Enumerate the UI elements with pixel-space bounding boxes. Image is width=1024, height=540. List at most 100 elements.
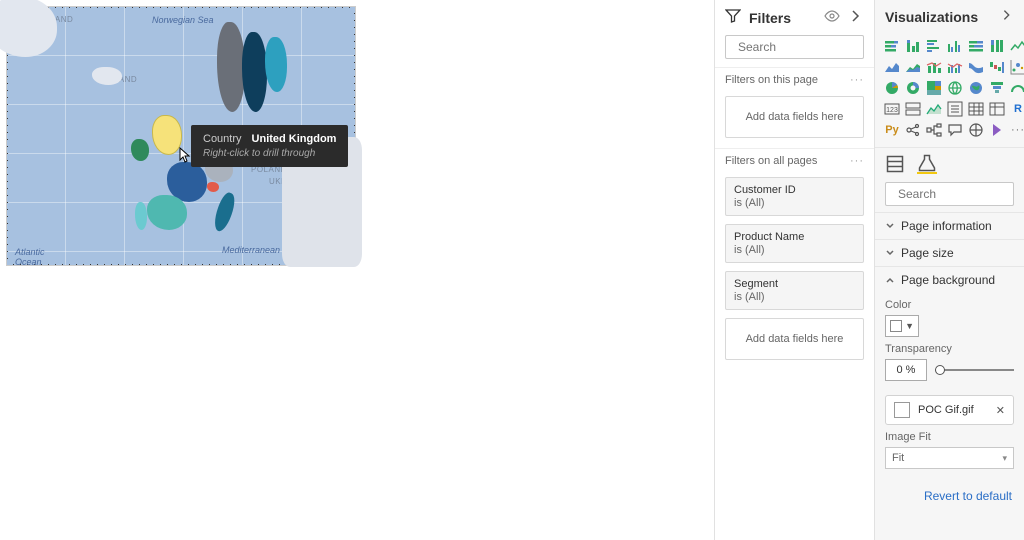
- viz-clustered-column-icon[interactable]: [946, 37, 964, 55]
- viz-clustered-bar-icon[interactable]: [925, 37, 943, 55]
- country-uk[interactable]: [152, 115, 182, 155]
- accordion-page-information[interactable]: Page information: [875, 212, 1024, 239]
- viz-key-influencers-icon[interactable]: [904, 121, 922, 139]
- viz-funnel-icon[interactable]: [988, 79, 1006, 97]
- filters-pane: Filters Filters on this page ··· Add dat…: [714, 0, 874, 540]
- viz-waterfall-icon[interactable]: [988, 58, 1006, 76]
- country-norway[interactable]: [217, 22, 245, 112]
- viz-stacked-bar-icon[interactable]: [883, 37, 901, 55]
- viz-table-icon[interactable]: [967, 100, 985, 118]
- viz-100-stacked-bar-icon[interactable]: [967, 37, 985, 55]
- country-ireland[interactable]: [131, 139, 149, 161]
- viz-search-input[interactable]: [898, 187, 1024, 201]
- filter-card-segment[interactable]: Segment is (All): [725, 271, 864, 310]
- tooltip-value: United Kingdom: [252, 133, 337, 145]
- image-fit-label: Image Fit: [885, 431, 1014, 443]
- chevron-down-icon: ▾: [1002, 453, 1007, 464]
- filters-all-drop[interactable]: Add data fields here: [725, 318, 864, 360]
- tooltip-key: Country: [203, 133, 242, 145]
- label-norwegian-sea: Norwegian Sea: [152, 15, 214, 25]
- format-tab[interactable]: [917, 154, 937, 174]
- remove-image-icon[interactable]: ✕: [996, 404, 1005, 417]
- viz-qa-icon[interactable]: [946, 121, 964, 139]
- map-tooltip: CountryUnited Kingdom Right-click to dri…: [191, 125, 348, 167]
- report-canvas[interactable]: GREENLAND (DEN) ICELAND Norwegian Sea At…: [0, 0, 714, 540]
- filters-title: Filters: [749, 10, 791, 26]
- transparency-unit: %: [906, 364, 916, 376]
- viz-area-icon[interactable]: [883, 58, 901, 76]
- chevron-right-icon[interactable]: [848, 8, 864, 27]
- filters-all-section-menu[interactable]: ···: [850, 155, 864, 167]
- land-iceland: [92, 67, 122, 85]
- cursor-icon: [179, 147, 191, 163]
- svg-text:123: 123: [886, 107, 898, 114]
- viz-tabs: [875, 147, 1024, 176]
- country-finland[interactable]: [265, 37, 287, 92]
- viz-pie-icon[interactable]: [883, 79, 901, 97]
- viz-more-icon[interactable]: ···: [1009, 121, 1024, 139]
- filter-card-name: Segment: [734, 278, 855, 290]
- filters-search[interactable]: [725, 35, 864, 59]
- background-image-name: POC Gif.gif: [918, 404, 988, 416]
- filters-all-section-label: Filters on all pages: [725, 155, 817, 167]
- fields-tab[interactable]: [885, 154, 905, 174]
- viz-scatter-icon[interactable]: [1009, 58, 1024, 76]
- viz-filled-map-icon[interactable]: [967, 79, 985, 97]
- viz-powerapps-icon[interactable]: [988, 121, 1006, 139]
- viz-slicer-icon[interactable]: [946, 100, 964, 118]
- filters-page-drop[interactable]: Add data fields here: [725, 96, 864, 138]
- visualizations-title: Visualizations: [885, 9, 978, 25]
- viz-kpi-icon[interactable]: [925, 100, 943, 118]
- filter-card-product-name[interactable]: Product Name is (All): [725, 224, 864, 263]
- viz-map-icon[interactable]: [946, 79, 964, 97]
- land-greenland: [0, 0, 57, 57]
- image-fit-select[interactable]: Fit ▾: [885, 447, 1014, 469]
- transparency-input[interactable]: 0 %: [885, 359, 927, 381]
- filters-search-input[interactable]: [738, 40, 893, 54]
- filters-page-section-menu[interactable]: ···: [850, 74, 864, 86]
- viz-100-stacked-column-icon[interactable]: [988, 37, 1006, 55]
- background-image-chip[interactable]: POC Gif.gif ✕: [885, 395, 1014, 425]
- viz-python-icon[interactable]: Py: [883, 121, 901, 139]
- viz-multi-row-card-icon[interactable]: [904, 100, 922, 118]
- viz-matrix-icon[interactable]: [988, 100, 1006, 118]
- filters-page-section-label: Filters on this page: [725, 74, 818, 86]
- chevron-up-icon: [885, 275, 895, 285]
- viz-stacked-column-icon[interactable]: [904, 37, 922, 55]
- country-sweden[interactable]: [242, 32, 267, 112]
- filters-header: Filters: [715, 0, 874, 35]
- visualizations-header: Visualizations: [875, 0, 1024, 33]
- viz-stacked-area-icon[interactable]: [904, 58, 922, 76]
- accordion-label: Page information: [901, 219, 992, 233]
- map-visual[interactable]: GREENLAND (DEN) ICELAND Norwegian Sea At…: [6, 6, 356, 266]
- viz-treemap-icon[interactable]: [925, 79, 943, 97]
- viz-arcgis-icon[interactable]: [967, 121, 985, 139]
- chevron-down-icon: [885, 248, 895, 258]
- accordion-page-size[interactable]: Page size: [875, 239, 1024, 266]
- color-swatch-icon: [890, 320, 902, 332]
- country-switzerland[interactable]: [207, 182, 219, 192]
- country-spain[interactable]: [147, 195, 187, 230]
- slider-thumb[interactable]: [935, 365, 945, 375]
- viz-line-column-icon[interactable]: [925, 58, 943, 76]
- viz-search[interactable]: [885, 182, 1014, 206]
- transparency-slider[interactable]: [935, 363, 1014, 377]
- viz-line-icon[interactable]: [1009, 37, 1024, 55]
- eye-icon[interactable]: [824, 8, 840, 27]
- filter-card-name: Customer ID: [734, 184, 855, 196]
- chevron-right-icon[interactable]: [1000, 8, 1014, 25]
- viz-decomposition-tree-icon[interactable]: [925, 121, 943, 139]
- viz-card-icon[interactable]: 123: [883, 100, 901, 118]
- country-portugal[interactable]: [135, 202, 147, 230]
- visualizations-pane: Visualizations 123 R: [874, 0, 1024, 540]
- viz-gauge-icon[interactable]: [1009, 79, 1024, 97]
- viz-donut-icon[interactable]: [904, 79, 922, 97]
- color-picker[interactable]: ▼: [885, 315, 919, 337]
- viz-r-script-icon[interactable]: R: [1009, 100, 1024, 118]
- accordion-page-background[interactable]: Page background: [875, 266, 1024, 293]
- revert-to-default[interactable]: Revert to default: [875, 477, 1024, 503]
- filter-card-customer-id[interactable]: Customer ID is (All): [725, 177, 864, 216]
- viz-line-clustered-column-icon[interactable]: [946, 58, 964, 76]
- chevron-down-icon: [885, 221, 895, 231]
- viz-ribbon-icon[interactable]: [967, 58, 985, 76]
